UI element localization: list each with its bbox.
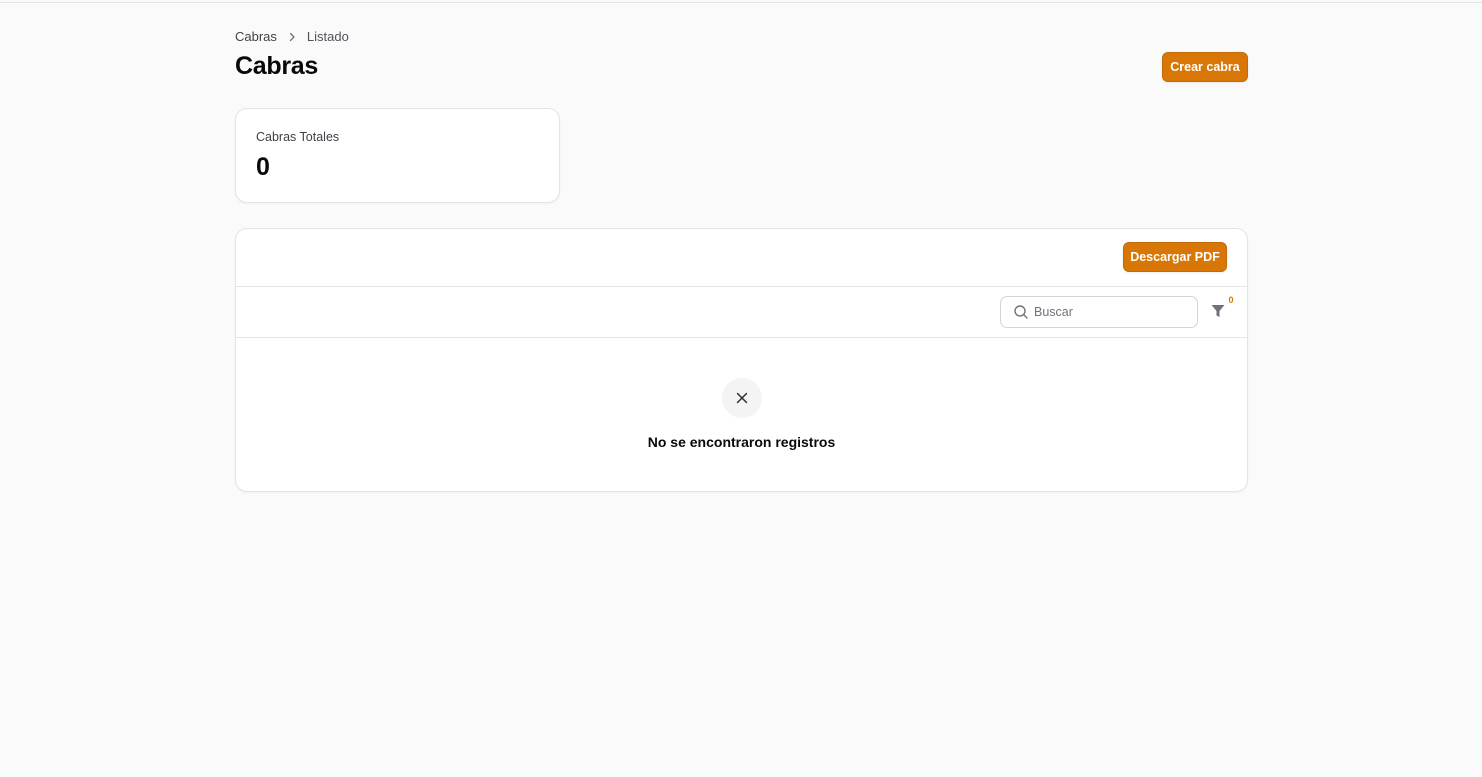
create-goat-button[interactable]: Crear cabra [1162, 52, 1248, 82]
search-box[interactable] [1000, 296, 1198, 328]
search-icon [1014, 305, 1028, 319]
breadcrumb: Cabras Listado [235, 29, 349, 44]
stat-value: 0 [256, 153, 270, 181]
search-input[interactable] [1034, 297, 1189, 327]
x-mark-icon [736, 392, 748, 404]
filter-count-badge: 0 [1228, 295, 1234, 305]
stat-card-total: Cabras Totales 0 [235, 108, 560, 203]
table-toolbar: 0 [236, 287, 1247, 338]
download-pdf-button[interactable]: Descargar PDF [1123, 242, 1227, 272]
table-card: Descargar PDF 0 N [235, 228, 1248, 492]
empty-state: No se encontraron registros [236, 338, 1247, 491]
table-header-actions: Descargar PDF [236, 229, 1247, 287]
empty-state-icon-wrap [722, 378, 762, 418]
top-border [0, 2, 1482, 3]
breadcrumb-item-listado: Listado [306, 29, 349, 44]
chevron-right-icon [277, 32, 307, 42]
breadcrumb-item-cabras[interactable]: Cabras [235, 29, 277, 44]
empty-state-message: No se encontraron registros [647, 434, 836, 450]
page-title: Cabras [235, 52, 318, 80]
stat-label: Cabras Totales [256, 130, 340, 144]
